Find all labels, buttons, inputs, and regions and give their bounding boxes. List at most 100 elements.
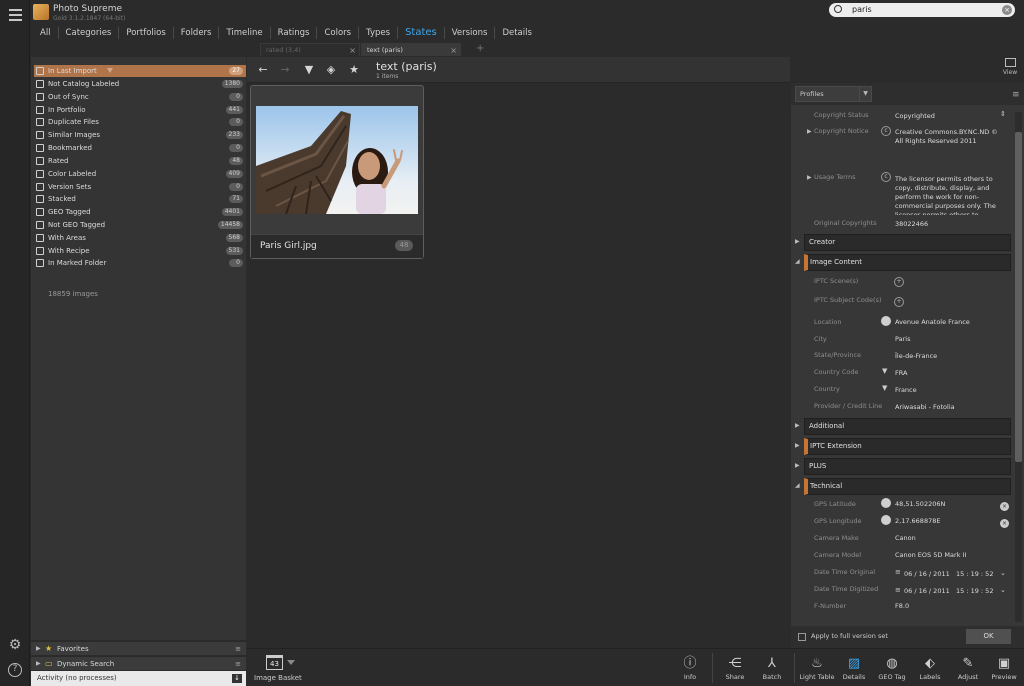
image-thumbnail[interactable]: Paris Girl.jpg 48 bbox=[250, 85, 424, 259]
gps-longitude-value[interactable]: 2,17.668878E bbox=[895, 517, 940, 526]
group-iptc-extension[interactable]: IPTC Extension bbox=[804, 438, 1011, 455]
tab-colors[interactable]: Colors bbox=[317, 27, 360, 39]
apply-full-checkbox[interactable] bbox=[798, 633, 806, 641]
group-additional[interactable]: Additional bbox=[804, 418, 1011, 435]
tab-portfolios[interactable]: Portfolios bbox=[119, 27, 174, 39]
adjust-button[interactable]: ✎ Adjust bbox=[948, 655, 988, 681]
add-icon[interactable]: + bbox=[894, 277, 904, 287]
doc-tab-text-paris[interactable]: text (paris) × bbox=[361, 43, 461, 56]
details-button[interactable]: ▨ Details bbox=[834, 655, 874, 681]
light-table-button[interactable]: ♨ Light Table bbox=[797, 655, 837, 681]
batch-button[interactable]: ⅄ Batch bbox=[752, 655, 792, 681]
layers-icon[interactable]: ◈ bbox=[324, 63, 338, 77]
copyright-status-value[interactable]: Copyrighted bbox=[895, 112, 935, 121]
state-item[interactable]: Color Labeled 409 bbox=[34, 168, 246, 180]
state-item[interactable]: Similar Images 233 bbox=[34, 129, 246, 141]
expand-icon[interactable]: ▶ bbox=[795, 238, 800, 245]
group-creator[interactable]: Creator bbox=[804, 234, 1011, 251]
gear-icon[interactable]: ⚙ bbox=[8, 638, 22, 652]
search-input[interactable]: paris × bbox=[829, 3, 1015, 17]
state-value[interactable]: Île-de-France bbox=[895, 352, 937, 361]
state-item[interactable]: Duplicate Files 0 bbox=[34, 116, 246, 128]
expand-icon[interactable]: ▶ bbox=[795, 422, 800, 429]
f-number-value[interactable]: F8.0 bbox=[895, 602, 909, 611]
time-digitized-value[interactable]: 15 : 19 : 52 bbox=[956, 587, 993, 596]
filter-icon[interactable] bbox=[107, 68, 113, 73]
panel-menu-icon[interactable]: ≡ bbox=[1012, 90, 1020, 100]
back-arrow-icon[interactable]: ← bbox=[256, 63, 270, 77]
image-basket-icon[interactable]: 43 bbox=[266, 655, 283, 670]
collapse-icon[interactable]: ◢ bbox=[795, 482, 800, 489]
help-icon[interactable]: ? bbox=[8, 663, 22, 677]
state-item[interactable]: Stacked 71 bbox=[34, 193, 246, 205]
date-digitized-value[interactable]: 06 / 16 / 2011 bbox=[904, 587, 950, 596]
state-item[interactable]: Not GEO Tagged 14458 bbox=[34, 219, 246, 231]
close-icon[interactable]: × bbox=[450, 44, 457, 57]
expand-icon[interactable]: ▶ bbox=[795, 442, 800, 449]
tab-all[interactable]: All bbox=[33, 27, 59, 39]
activity-bar[interactable]: Activity (no processes) ↓ bbox=[31, 671, 246, 686]
clear-icon[interactable]: × bbox=[1000, 502, 1009, 511]
preview-button[interactable]: ▣ Preview bbox=[984, 655, 1024, 681]
new-tab-icon[interactable]: + bbox=[476, 43, 484, 54]
updown-icon[interactable]: ⇕ bbox=[1000, 110, 1006, 118]
state-item[interactable]: With Areas 568 bbox=[34, 232, 246, 244]
info-button[interactable]: ⓘ Info bbox=[670, 655, 710, 681]
group-technical[interactable]: Technical bbox=[804, 478, 1011, 495]
camera-make-value[interactable]: Canon bbox=[895, 534, 916, 543]
tab-folders[interactable]: Folders bbox=[174, 27, 220, 39]
tab-states[interactable]: States bbox=[398, 27, 445, 39]
camera-model-value[interactable]: Canon EOS 5D Mark II bbox=[895, 551, 966, 560]
state-item[interactable]: Out of Sync 0 bbox=[34, 91, 246, 103]
state-item[interactable]: Bookmarked 0 bbox=[34, 142, 246, 154]
forward-arrow-icon[interactable]: → bbox=[278, 63, 292, 77]
globe-icon[interactable] bbox=[881, 515, 891, 525]
tab-versions[interactable]: Versions bbox=[445, 27, 496, 39]
chevron-down-icon[interactable]: ▼ bbox=[882, 384, 887, 392]
add-icon[interactable]: + bbox=[894, 297, 904, 307]
tab-types[interactable]: Types bbox=[359, 27, 399, 39]
chevron-down-icon[interactable] bbox=[287, 660, 295, 665]
country-value[interactable]: France bbox=[895, 386, 917, 395]
globe-icon[interactable] bbox=[881, 316, 891, 326]
state-item[interactable]: Version Sets 0 bbox=[34, 181, 246, 193]
ok-button[interactable]: OK bbox=[966, 629, 1011, 644]
star-icon[interactable]: ★ bbox=[347, 63, 361, 77]
share-button[interactable]: ⋲ Share bbox=[715, 655, 755, 681]
state-item[interactable]: Not Catalog Labeled 1380 bbox=[34, 78, 246, 90]
clear-icon[interactable]: × bbox=[1000, 519, 1009, 528]
original-copyrights-value[interactable]: 38022466 bbox=[895, 220, 928, 229]
chevron-down-icon[interactable]: ⌄ bbox=[1000, 569, 1006, 577]
state-item[interactable]: With Recipe 531 bbox=[34, 245, 246, 257]
menu-icon[interactable]: ≡ bbox=[235, 657, 241, 671]
state-item[interactable]: Rated 48 bbox=[34, 155, 246, 167]
tab-details[interactable]: Details bbox=[495, 27, 538, 39]
details-scrollbar[interactable] bbox=[1015, 112, 1022, 622]
calendar-icon[interactable]: ≡ bbox=[895, 568, 901, 576]
expand-icon[interactable]: ▶ bbox=[807, 128, 812, 135]
doc-tab-rated[interactable]: rated (3,4) × bbox=[260, 43, 360, 56]
hamburger-menu-icon[interactable] bbox=[9, 9, 22, 21]
location-value[interactable]: Avenue Anatole France bbox=[895, 318, 970, 327]
tab-ratings[interactable]: Ratings bbox=[271, 27, 318, 39]
city-value[interactable]: Paris bbox=[895, 335, 910, 344]
labels-button[interactable]: ⬖ Labels bbox=[910, 655, 950, 681]
provider-value[interactable]: Ariwasabi - Fotolia bbox=[895, 403, 955, 412]
gps-latitude-value[interactable]: 48,51.502206N bbox=[895, 500, 945, 509]
expand-icon[interactable]: ▶ bbox=[807, 174, 812, 181]
collapse-icon[interactable]: ◢ bbox=[795, 258, 800, 265]
date-original-value[interactable]: 06 / 16 / 2011 bbox=[904, 570, 950, 579]
close-icon[interactable]: × bbox=[349, 44, 356, 57]
geo-tag-button[interactable]: ◍ GEO Tag bbox=[872, 655, 912, 681]
filter-icon[interactable]: ▼ bbox=[302, 63, 316, 77]
menu-icon[interactable]: ≡ bbox=[235, 642, 241, 656]
usage-terms-value[interactable]: The licensor permits others to copy, dis… bbox=[895, 175, 1005, 215]
download-icon[interactable]: ↓ bbox=[232, 674, 242, 683]
view-button[interactable]: View bbox=[1002, 58, 1018, 76]
country-code-value[interactable]: FRA bbox=[895, 369, 907, 378]
profiles-dropdown[interactable]: Profiles ▼ bbox=[795, 86, 872, 102]
dynamic-search-section[interactable]: ▶ ▭ Dynamic Search ≡ bbox=[31, 656, 246, 670]
globe-icon[interactable] bbox=[881, 498, 891, 508]
image-basket-label[interactable]: Image Basket bbox=[254, 674, 302, 682]
chevron-down-icon[interactable]: ⌄ bbox=[1000, 586, 1006, 594]
